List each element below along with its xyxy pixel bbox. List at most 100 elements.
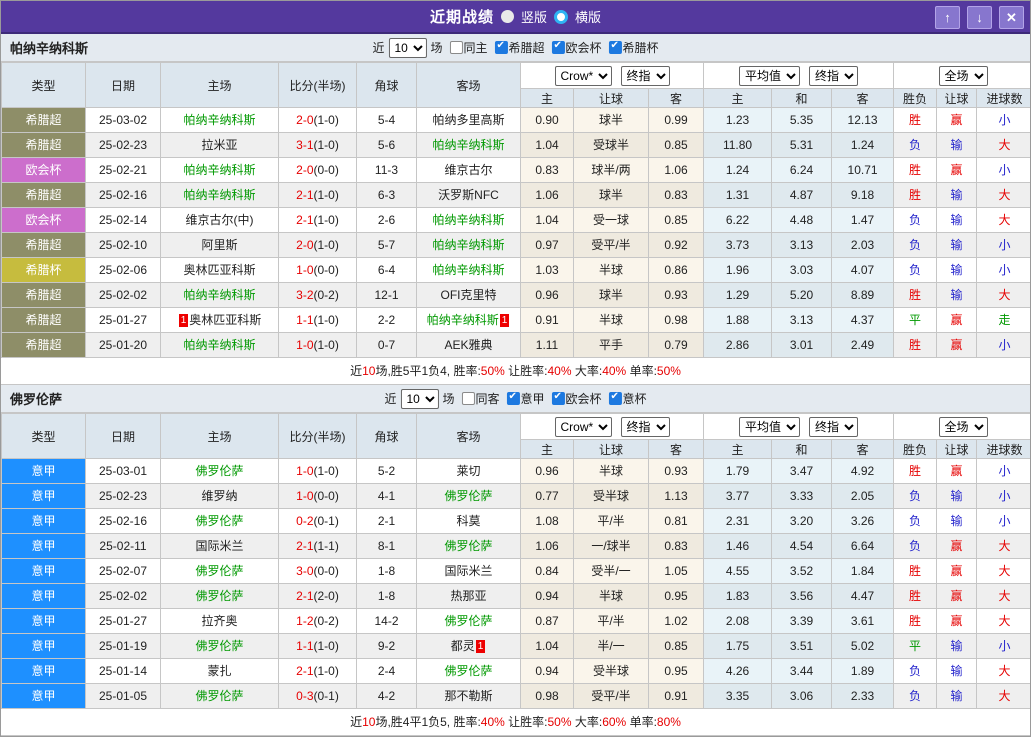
home-team-cell: 佛罗伦萨 xyxy=(161,584,279,609)
move-down-button[interactable]: ↓ xyxy=(967,6,992,29)
horizontal-layout-radio[interactable] xyxy=(554,10,568,24)
home-team-cell: 维京古尔(中) xyxy=(161,208,279,233)
move-up-button[interactable]: ↑ xyxy=(935,6,960,29)
handicap-odds-cell: 0.95 xyxy=(649,659,704,684)
europe-odds-cell: 12.13 xyxy=(832,108,894,133)
home-team-cell: 阿里斯 xyxy=(161,233,279,258)
away-team-cell: 热那亚 xyxy=(417,584,521,609)
home-team-cell: 帕纳辛纳科斯 xyxy=(161,108,279,133)
down-arrow-icon: ↓ xyxy=(976,10,983,25)
europe-odds-cell: 3.13 xyxy=(772,233,832,258)
europe-odds-cell: 3.56 xyxy=(772,584,832,609)
vertical-layout-radio[interactable] xyxy=(501,10,514,23)
result-cell: 负 xyxy=(894,659,937,684)
bookmaker-select[interactable]: Crow* xyxy=(555,417,612,437)
handicap-odds-cell: 0.84 xyxy=(521,559,574,584)
away-team-cell: 沃罗斯NFC xyxy=(417,183,521,208)
corner-cell: 2-4 xyxy=(357,659,417,684)
vertical-layout-label[interactable]: 竖版 xyxy=(521,7,547,26)
sub-header: 主 xyxy=(704,89,772,108)
handicap-odds-cell: 0.85 xyxy=(649,634,704,659)
europe-odds-cell: 2.03 xyxy=(832,233,894,258)
scope-selector-group: 全场 xyxy=(894,414,1031,440)
league-filter-checkbox-1[interactable]: 意甲 xyxy=(507,390,545,407)
result-cell: 负 xyxy=(894,534,937,559)
handicap-odds-cell: 0.91 xyxy=(521,308,574,333)
odds-stage-select-2[interactable]: 终指 xyxy=(809,417,858,437)
same-venue-checkbox[interactable]: 同主 xyxy=(449,39,487,56)
date-cell: 25-02-23 xyxy=(86,133,161,158)
checkbox-checked-icon xyxy=(495,41,508,54)
result-cell: 赢 xyxy=(937,308,977,333)
result-cell: 输 xyxy=(937,183,977,208)
result-cell: 赢 xyxy=(937,108,977,133)
league-cell: 希腊超 xyxy=(2,308,86,333)
same-venue-checkbox[interactable]: 同客 xyxy=(461,390,499,407)
result-cell: 大 xyxy=(977,133,1031,158)
result-cell: 小 xyxy=(977,233,1031,258)
match-row: 希腊超25-03-02帕纳辛纳科斯2-0(1-0)5-4帕纳多里高斯0.90球半… xyxy=(2,108,1031,133)
europe-odds-cell: 1.84 xyxy=(832,559,894,584)
result-cell: 大 xyxy=(977,534,1031,559)
odds-stage-select[interactable]: 终指 xyxy=(621,417,670,437)
europe-odds-cell: 9.18 xyxy=(832,183,894,208)
league-cell: 希腊超 xyxy=(2,283,86,308)
away-team-cell: 国际米兰 xyxy=(417,559,521,584)
league-cell: 欧会杯 xyxy=(2,208,86,233)
date-cell: 25-01-19 xyxy=(86,634,161,659)
europe-odds-cell: 1.24 xyxy=(704,158,772,183)
handicap-odds-cell: 受球半 xyxy=(574,133,649,158)
odds-stage-select-2[interactable]: 终指 xyxy=(809,66,858,86)
league-filter-checkbox-3[interactable]: 意杯 xyxy=(609,390,647,407)
date-cell: 25-01-27 xyxy=(86,609,161,634)
league-cell: 意甲 xyxy=(2,584,86,609)
result-cell: 大 xyxy=(977,609,1031,634)
handicap-odds-cell: 半球 xyxy=(574,258,649,283)
column-header: 角球 xyxy=(357,414,417,459)
recent-count-select[interactable]: 10 xyxy=(388,38,426,58)
result-cell: 赢 xyxy=(937,333,977,358)
away-team-cell: 佛罗伦萨 xyxy=(417,609,521,634)
scope-select[interactable]: 全场 xyxy=(939,417,988,437)
home-team-cell: 1奥林匹亚科斯 xyxy=(161,308,279,333)
bookmaker-select[interactable]: Crow* xyxy=(555,66,612,86)
home-team-cell: 帕纳辛纳科斯 xyxy=(161,183,279,208)
away-team-cell: 帕纳辛纳科斯 xyxy=(417,208,521,233)
league-filter-checkbox-2[interactable]: 欧会杯 xyxy=(552,390,602,407)
recent-count-select[interactable]: 10 xyxy=(400,389,438,409)
match-row: 欧会杯25-02-14维京古尔(中)2-1(1-0)2-6帕纳辛纳科斯1.04受… xyxy=(2,208,1031,233)
league-filter-checkbox-3[interactable]: 希腊杯 xyxy=(609,39,659,56)
horizontal-layout-label[interactable]: 横版 xyxy=(575,7,601,26)
league-filter-checkbox-1[interactable]: 希腊超 xyxy=(495,39,545,56)
score-cell: 2-1(1-1) xyxy=(279,534,357,559)
match-row: 欧会杯25-02-21帕纳辛纳科斯2-0(0-0)11-3维京古尔0.83球半/… xyxy=(2,158,1031,183)
average-select[interactable]: 平均值 xyxy=(739,417,800,437)
away-team-cell: 帕纳辛纳科斯 xyxy=(417,133,521,158)
handicap-odds-cell: 0.85 xyxy=(649,208,704,233)
league-cell: 意甲 xyxy=(2,634,86,659)
odds-stage-select[interactable]: 终指 xyxy=(621,66,670,86)
average-select[interactable]: 平均值 xyxy=(739,66,800,86)
result-cell: 胜 xyxy=(894,283,937,308)
europe-odds-cell: 3.13 xyxy=(772,308,832,333)
away-team-cell: 帕纳辛纳科斯1 xyxy=(417,308,521,333)
league-filter-checkbox-2[interactable]: 欧会杯 xyxy=(552,39,602,56)
close-button[interactable]: ✕ xyxy=(999,6,1024,29)
column-header: 日期 xyxy=(86,63,161,108)
handicap-odds-cell: 0.98 xyxy=(521,684,574,709)
scope-select[interactable]: 全场 xyxy=(939,66,988,86)
handicap-odds-cell: 1.11 xyxy=(521,333,574,358)
score-cell: 3-2(0-2) xyxy=(279,283,357,308)
score-cell: 1-0(0-0) xyxy=(279,484,357,509)
date-cell: 25-02-02 xyxy=(86,283,161,308)
date-cell: 25-02-06 xyxy=(86,258,161,283)
score-cell: 3-1(1-0) xyxy=(279,133,357,158)
date-cell: 25-02-02 xyxy=(86,584,161,609)
handicap-odds-cell: 半球 xyxy=(574,459,649,484)
column-header: 比分(半场) xyxy=(279,63,357,108)
handicap-odds-cell: 一/球半 xyxy=(574,534,649,559)
sub-header: 和 xyxy=(772,89,832,108)
handicap-odds-cell: 0.79 xyxy=(649,333,704,358)
europe-odds-cell: 2.05 xyxy=(832,484,894,509)
home-team-cell: 佛罗伦萨 xyxy=(161,459,279,484)
